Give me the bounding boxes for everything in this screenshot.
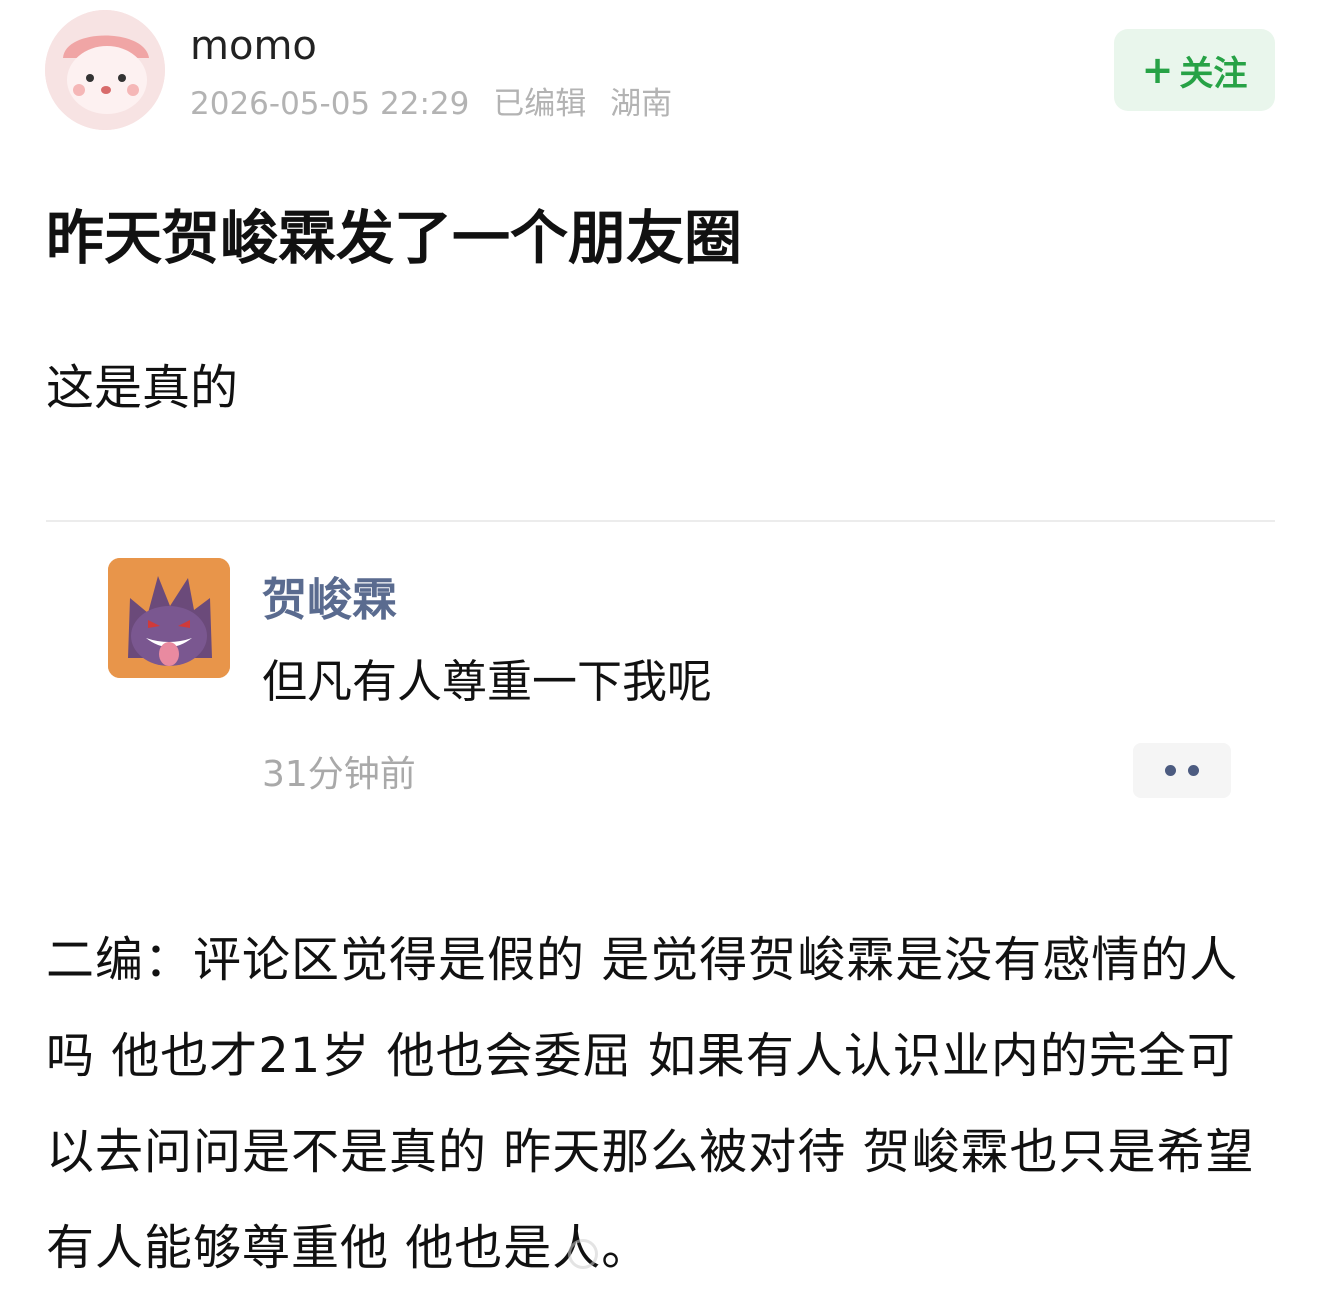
moment-avatar[interactable] xyxy=(108,558,230,678)
divider xyxy=(46,520,1275,522)
more-dot-icon xyxy=(1165,765,1176,776)
post-date: 2026-05-05 22:29 xyxy=(190,86,470,122)
follow-label: 关注 xyxy=(1179,53,1248,94)
author-avatar[interactable] xyxy=(45,10,165,130)
moment-text: 但凡有人尊重一下我呢 xyxy=(262,655,713,708)
location-label: 湖南 xyxy=(610,86,673,122)
watermark xyxy=(568,1236,748,1272)
follow-button[interactable]: + 关注 xyxy=(1114,29,1275,111)
watermark-text-icon xyxy=(606,1238,615,1271)
edited-label: 已编辑 xyxy=(493,86,587,122)
moment-time: 31分钟前 xyxy=(262,754,416,795)
post-meta: 2026-05-05 22:29 已编辑 湖南 xyxy=(190,82,686,126)
plus-icon: + xyxy=(1141,48,1174,92)
watermark-logo-icon xyxy=(568,1239,598,1269)
more-dot-icon xyxy=(1188,765,1199,776)
moment-author-name[interactable]: 贺峻霖 xyxy=(262,570,397,630)
post-title: 昨天贺峻霖发了一个朋友圈 xyxy=(46,204,743,272)
post-lead: 这是真的 xyxy=(46,360,239,416)
author-name[interactable]: momo xyxy=(190,20,317,72)
more-options-button[interactable] xyxy=(1133,743,1231,798)
